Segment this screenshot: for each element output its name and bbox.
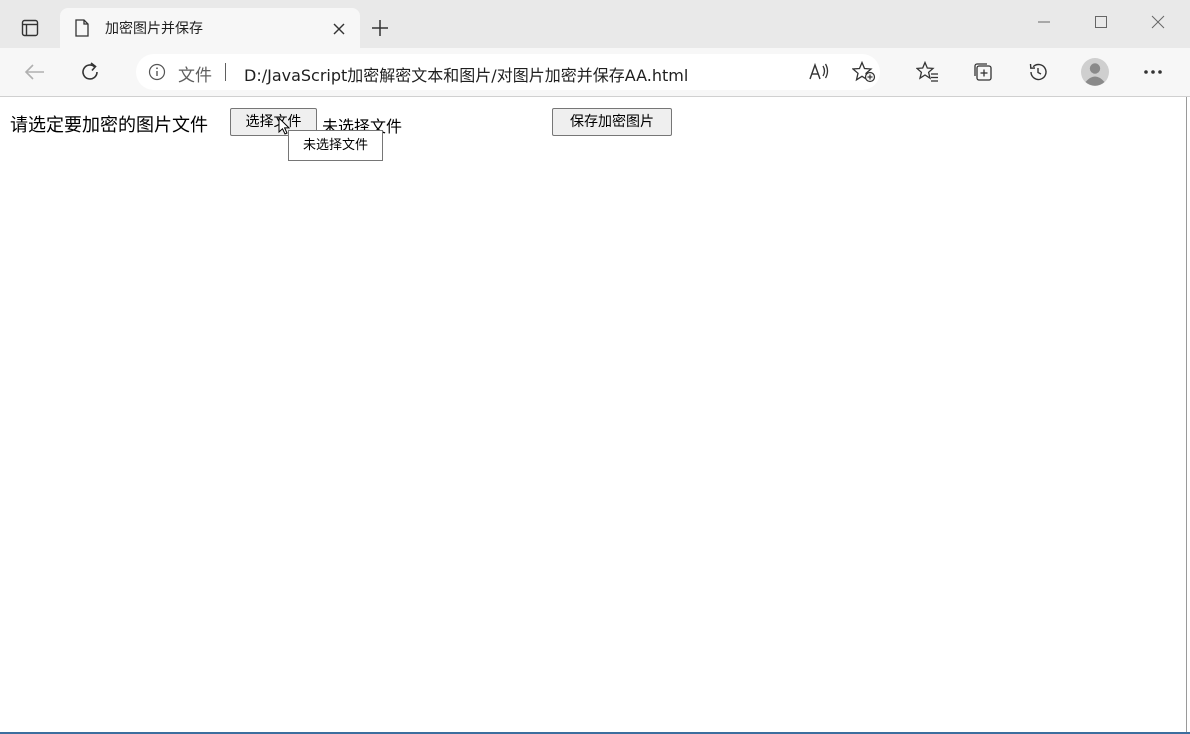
address-separator — [225, 63, 226, 81]
more-menu-icon[interactable] — [1139, 58, 1167, 86]
back-arrow-icon[interactable] — [21, 58, 49, 86]
favorites-icon[interactable] — [914, 58, 942, 86]
mouse-cursor-icon — [278, 116, 291, 139]
address-bar[interactable]: 文件 D:/JavaScript加密解密文本和图片/对图片加密并保存AA.htm… — [136, 54, 880, 90]
tab-actions-icon[interactable] — [12, 10, 48, 46]
close-icon[interactable] — [332, 21, 346, 35]
address-scheme-label: 文件 — [178, 66, 212, 86]
file-prompt-label: 请选定要加密的图片文件 — [10, 115, 208, 136]
plus-icon[interactable] — [368, 16, 392, 40]
document-icon — [74, 19, 90, 41]
file-input-tooltip: 未选择文件 — [288, 130, 383, 161]
tab-title: 加密图片并保存 — [105, 21, 203, 37]
profile-avatar-icon[interactable] — [1079, 56, 1111, 88]
minimize-icon[interactable] — [1030, 10, 1058, 34]
maximize-icon[interactable] — [1087, 10, 1115, 34]
save-encrypted-image-button[interactable]: 保存加密图片 — [552, 108, 672, 136]
refresh-icon[interactable] — [76, 58, 104, 86]
read-aloud-icon[interactable] — [805, 58, 833, 86]
collections-icon[interactable] — [969, 58, 997, 86]
info-icon[interactable] — [148, 63, 166, 85]
tab-strip: 加密图片并保存 — [0, 0, 1190, 48]
address-url[interactable]: D:/JavaScript加密解密文本和图片/对图片加密并保存AA.html — [244, 62, 688, 86]
browser-toolbar: 文件 D:/JavaScript加密解密文本和图片/对图片加密并保存AA.htm… — [0, 48, 1190, 97]
history-icon[interactable] — [1024, 58, 1052, 86]
active-tab[interactable]: 加密图片并保存 — [60, 8, 360, 48]
page-content: 请选定要加密的图片文件 选择文件 未选择文件 保存加密图片 未选择文件 — [0, 97, 1187, 734]
window-close-icon[interactable] — [1144, 10, 1172, 34]
add-favorite-icon[interactable] — [850, 58, 878, 86]
